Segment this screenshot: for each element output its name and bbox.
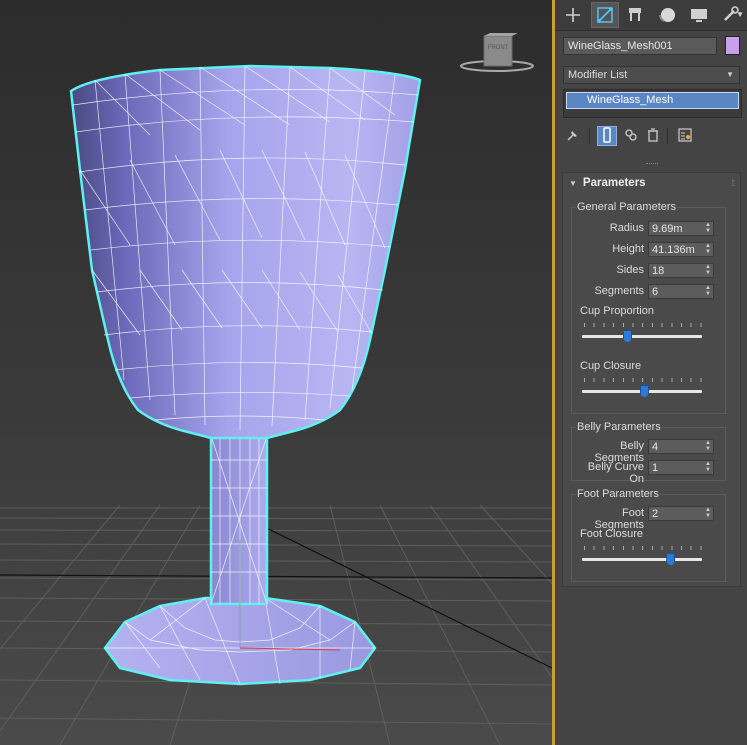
slider-ticks [584,323,702,327]
viewcube-label[interactable]: FRONT [484,45,512,51]
spinner-arrows-icon[interactable]: ▲ ▼ [705,243,711,255]
foot-segments-value: 2 [652,508,659,520]
foot-segments-row: Foot Segments 2 ▲ ▼ [572,506,722,531]
cup-proportion-slider[interactable] [582,323,704,347]
belly-curve-value: 1 [652,462,659,474]
segments-label: Segments [594,285,644,297]
rollout-title: Parameters [582,177,646,189]
command-panel-tabs: ▼ [555,0,747,31]
segments-row: Segments 6 ▲ ▼ [572,284,722,299]
make-unique-icon [624,128,638,145]
motion-tab[interactable] [653,2,681,28]
pin-stack-button[interactable] [563,126,583,146]
cup-closure-slider[interactable] [582,378,704,402]
spinner-arrows-icon[interactable]: ▲ ▼ [705,507,711,519]
modify-icon [596,6,614,24]
make-unique-button[interactable] [621,126,641,146]
slider-ticks [584,546,702,550]
viewport-scene [0,33,552,745]
belly-parameters-group: Belly Parameters Belly Segments 4 ▲ ▼ Bel… [571,421,726,485]
object-name-field[interactable]: WineGlass_Mesh001 [563,37,717,55]
slider-thumb[interactable] [666,553,676,566]
belly-segments-value: 4 [652,441,659,453]
height-spinner[interactable]: 41.136m ▲ ▼ [648,242,714,257]
group-title: Foot Parameters [576,488,660,500]
belly-curve-row: Belly Curve On 1 ▲ ▼ [572,460,722,485]
show-end-result-button[interactable] [597,126,617,146]
create-tab[interactable] [559,2,587,28]
slider-thumb[interactable] [623,330,633,343]
display-tab[interactable] [685,2,713,28]
radius-value: 9.69m [652,223,683,235]
spinner-arrows-icon[interactable]: ▲ ▼ [705,440,711,452]
panel-resize-grip[interactable] [646,163,658,167]
rollout-drag-grip[interactable]: ⁞⁞ [732,179,736,188]
group-title: Belly Parameters [576,421,662,433]
height-label: Height [612,243,644,255]
utilities-tab[interactable]: ▼ [717,2,745,28]
slider-track[interactable] [582,335,702,338]
radius-label: Radius [609,222,644,234]
command-panel: ▼ WineGlass_Mesh001 Modifier List ▼ Wine… [555,0,747,745]
slider-track[interactable] [582,558,702,561]
end-result-icon [602,126,612,146]
height-row: Height 41.136m ▲ ▼ [572,242,722,257]
foot-segments-spinner[interactable]: 2 ▲ ▼ [648,506,714,521]
configure-modifier-sets-button[interactable] [675,126,695,146]
object-color-swatch[interactable] [725,36,740,55]
belly-curve-label: Belly Curve On [587,461,644,485]
foot-closure-label: Foot Closure [580,528,643,540]
parameters-rollout: ▼ Parameters ⁞⁞ General Parameters Radius… [562,172,741,587]
hierarchy-tab[interactable] [621,2,649,28]
segments-value: 6 [652,286,659,298]
wineglass-cup [69,64,422,440]
cup-proportion-label: Cup Proportion [580,305,654,317]
general-parameters-group: General Parameters Radius 9.69m ▲ ▼ Heigh… [571,201,726,414]
stack-tools [563,126,743,148]
modifier-stack[interactable]: WineGlass_Mesh [563,89,742,118]
foot-closure-slider[interactable] [582,546,704,570]
remove-modifier-button[interactable] [643,126,663,146]
spinner-arrows-icon[interactable]: ▲ ▼ [705,285,711,297]
motion-icon [658,6,676,24]
trash-icon [647,127,659,145]
toolbar-divider [667,128,668,144]
modify-tab[interactable] [591,2,619,28]
sides-row: Sides 18 ▲ ▼ [572,263,722,278]
toolbar-divider [589,128,590,144]
spinner-arrows-icon[interactable]: ▲ ▼ [705,461,711,473]
slider-thumb[interactable] [639,385,649,398]
modifier-list-dropdown[interactable]: Modifier List ▼ [563,66,740,84]
sides-spinner[interactable]: 18 ▲ ▼ [648,263,714,278]
parameters-rollout-header[interactable]: ▼ Parameters [569,177,646,189]
perspective-viewport[interactable]: FRONT [0,0,552,745]
hierarchy-icon [626,6,644,24]
belly-segments-row: Belly Segments 4 ▲ ▼ [572,439,722,464]
display-icon [690,6,708,24]
pin-icon [566,128,580,145]
sides-label: Sides [616,264,644,276]
modifier-list-label: Modifier List [568,69,628,81]
spinner-arrows-icon[interactable]: ▲ ▼ [705,264,711,276]
radius-row: Radius 9.69m ▲ ▼ [572,221,722,236]
height-value: 41.136m [652,244,695,256]
segments-spinner[interactable]: 6 ▲ ▼ [648,284,714,299]
configure-sets-icon [678,127,692,145]
radius-spinner[interactable]: 9.69m ▲ ▼ [648,221,714,236]
dropdown-arrow-icon: ▼ [726,70,734,79]
group-title: General Parameters [576,201,678,213]
modifier-stack-item[interactable]: WineGlass_Mesh [566,92,739,109]
collapse-triangle-icon: ▼ [569,179,577,188]
wineglass-stem [209,434,269,606]
spinner-arrows-icon[interactable]: ▲ ▼ [705,222,711,234]
belly-curve-spinner[interactable]: 1 ▲ ▼ [648,460,714,475]
slider-ticks [584,378,702,382]
belly-segments-spinner[interactable]: 4 ▲ ▼ [648,439,714,454]
sides-value: 18 [652,265,665,277]
chevron-down-icon[interactable]: ▼ [736,10,744,19]
foot-parameters-group: Foot Parameters Foot Segments 2 ▲ ▼ Foot … [571,488,726,582]
cup-closure-label: Cup Closure [580,360,642,372]
viewcube-icon [460,33,534,72]
create-plus-icon [565,7,581,23]
